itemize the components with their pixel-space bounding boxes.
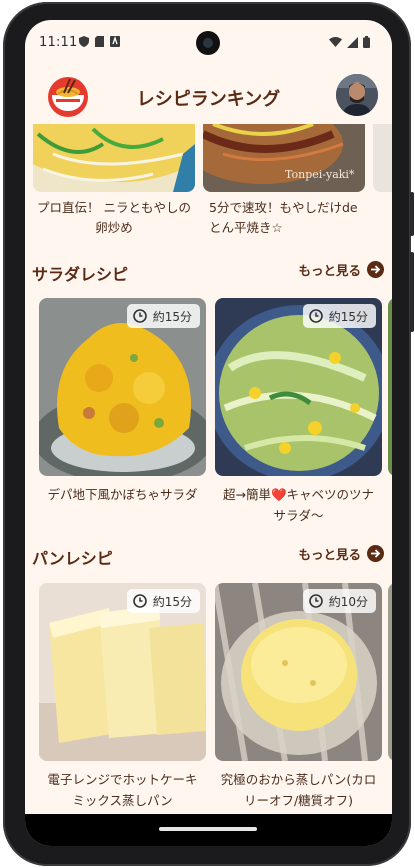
status-time: 11:11	[39, 35, 78, 50]
recipe-card[interactable]: 約15分 超→簡単❤️キャベツのツナサラダ〜	[215, 298, 382, 526]
clock-icon	[308, 594, 323, 608]
app-header: レシピランキング	[25, 70, 392, 124]
watermark-text: Tonpei-yaki*	[285, 168, 355, 181]
recipe-image	[33, 124, 195, 192]
signal-icon	[347, 36, 358, 48]
clock-icon	[132, 309, 147, 323]
time-badge: 約15分	[126, 304, 200, 328]
recipe-caption: デパ地下風かぼちゃサラダ	[47, 487, 198, 502]
recipe-image	[373, 124, 392, 192]
recipe-image: 約10分	[215, 583, 382, 761]
arrow-right-icon	[367, 545, 384, 562]
time-badge: 約10分	[302, 589, 376, 613]
cook-time: 約10分	[328, 594, 368, 609]
wifi-icon	[329, 37, 342, 47]
section-title: サラダレシピ	[32, 265, 129, 284]
font-icon	[110, 36, 120, 47]
front-camera	[196, 31, 220, 55]
recipe-card-peek[interactable]	[388, 298, 392, 476]
status-bar: 11:11	[25, 20, 392, 66]
time-badge: 約15分	[302, 304, 376, 328]
recipe-image: 約15分	[215, 298, 382, 476]
section-bread: パンレシピ もっと見る 約15分 電子レンジでホットケーキミックス蒸しパン 約1…	[25, 540, 392, 808]
see-more-button[interactable]: もっと見る	[298, 260, 384, 279]
see-more-button[interactable]: もっと見る	[298, 544, 384, 563]
scroll-content[interactable]: プロ直伝！ ニラともやしの卵炒め Tonpei-yaki* 5分で速攻！もやしだ…	[25, 124, 392, 814]
battery-icon	[363, 36, 370, 48]
cook-time: 約15分	[152, 594, 192, 609]
system-nav-bar	[25, 814, 392, 846]
top-recipe-row: プロ直伝！ ニラともやしの卵炒め Tonpei-yaki* 5分で速攻！もやしだ…	[25, 124, 392, 244]
recipe-caption: 電子レンジでホットケーキミックス蒸しパン	[47, 772, 198, 808]
cook-time: 約15分	[152, 309, 192, 324]
arrow-right-icon	[367, 261, 384, 278]
avatar[interactable]	[336, 74, 378, 116]
shield-icon	[79, 36, 89, 47]
clock-icon	[132, 594, 147, 608]
see-more-label: もっと見る	[298, 263, 361, 278]
recipe-image: Tonpei-yaki*	[203, 124, 365, 192]
home-gesture-handle[interactable]	[159, 827, 257, 831]
recipe-card-peek[interactable]	[388, 583, 392, 761]
recipe-card[interactable]: Tonpei-yaki* 5分で速攻！もやしだけdeとん平焼き☆	[203, 124, 365, 238]
sd-card-icon	[95, 36, 104, 47]
recipe-card[interactable]: プロ直伝！ ニラともやしの卵炒め	[33, 124, 195, 238]
app-screen: 11:11 レシピランキング プロ直伝！ ニラともやしの卵炒め Tonpei-y…	[25, 20, 392, 846]
recipe-caption: プロ直伝！ ニラともやしの卵炒め	[37, 200, 191, 235]
recipe-caption: 超→簡単❤️キャベツのツナサラダ〜	[222, 487, 375, 523]
recipe-card[interactable]: 約15分 電子レンジでホットケーキミックス蒸しパン	[39, 583, 206, 811]
recipe-caption: 究極のおから蒸しパン(カロリーオフ/糖質オフ)	[220, 772, 377, 808]
section-title: パンレシピ	[32, 549, 113, 568]
recipe-caption: 5分で速攻！もやしだけdeとん平焼き☆	[209, 200, 358, 235]
recipe-card[interactable]: 約15分 デパ地下風かぼちゃサラダ	[39, 298, 206, 505]
time-badge: 約15分	[126, 589, 200, 613]
cook-time: 約15分	[328, 309, 368, 324]
clock-icon	[308, 309, 323, 323]
recipe-card-peek[interactable]	[373, 124, 392, 192]
power-button	[410, 192, 414, 236]
recipe-image: 約15分	[39, 298, 206, 476]
section-salad: サラダレシピ もっと見る 約15分 デパ地下風かぼちゃサラダ 約15分 超→簡単…	[25, 256, 392, 523]
volume-button	[410, 252, 414, 332]
recipe-image: 約15分	[39, 583, 206, 761]
recipe-card[interactable]: 約10分 究極のおから蒸しパン(カロリーオフ/糖質オフ)	[215, 583, 382, 811]
see-more-label: もっと見る	[298, 547, 361, 562]
